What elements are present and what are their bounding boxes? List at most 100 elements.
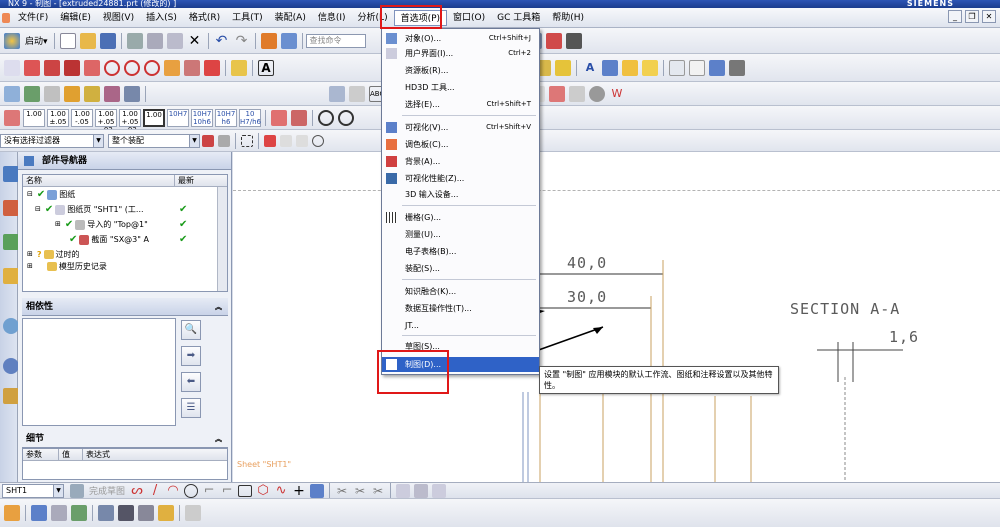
column-parameter[interactable]: 参数 [23, 449, 59, 460]
zoom-icon[interactable] [24, 59, 40, 76]
column-name[interactable]: 名称 [23, 175, 175, 186]
menu-item-knowledge-fusion[interactable]: 知识融合(K)... [382, 284, 539, 299]
offset-icon[interactable] [310, 483, 325, 498]
clock-view-icon[interactable] [144, 59, 160, 76]
relations-icon[interactable] [432, 483, 447, 498]
radius-icon[interactable] [338, 109, 354, 126]
menu-item-spreadsheet[interactable]: 电子表格(B)... [382, 244, 539, 259]
menu-item-object[interactable]: 对象(O)... Ctrl+Shift+J [382, 31, 539, 46]
delete-icon[interactable]: ✕ [187, 33, 203, 49]
filter-list-icon[interactable]: ☰ [181, 398, 201, 418]
text-annotation-icon[interactable]: A [258, 59, 274, 76]
dimension-1-6[interactable]: 1,6 [889, 328, 919, 346]
roles-tab-icon[interactable] [3, 388, 19, 404]
stack-icon[interactable] [24, 85, 40, 102]
menu-format[interactable]: 格式(R) [183, 10, 226, 26]
fit-icon[interactable] [4, 59, 20, 76]
selection-filter-dropdown[interactable]: 没有选择过滤器 ▼ [0, 133, 104, 148]
tree-row[interactable]: ⊞? 过时的 [23, 247, 227, 262]
dim-style-8[interactable]: 10H7 10h6 [191, 108, 213, 127]
menu-window[interactable]: 窗口(O) [447, 10, 491, 26]
settings-icon[interactable] [729, 59, 745, 76]
section-icon[interactable] [204, 59, 220, 76]
center-icon[interactable] [312, 134, 324, 147]
menu-item-data-interop[interactable]: 数据互操作性(T)... [382, 301, 539, 316]
camera-icon[interactable] [185, 505, 201, 521]
finish-sketch-icon[interactable] [70, 483, 84, 498]
layout-icon[interactable] [164, 59, 180, 76]
polygon-icon[interactable]: ⬡ [256, 483, 270, 498]
menu-item-user-interface[interactable]: 用户界面(I)... Ctrl+2 [382, 46, 539, 61]
dim-style-7[interactable]: 10H7 [167, 108, 189, 127]
menu-item-3d-input[interactable]: 3D 输入设备... [382, 187, 539, 202]
pattern-icon[interactable] [414, 483, 429, 498]
menu-item-background[interactable]: 背景(A)... [382, 154, 539, 169]
column-latest[interactable]: 最新 [175, 175, 215, 186]
back-arrow-icon[interactable]: ⬅ [181, 372, 201, 392]
refresh-view-icon[interactable] [124, 59, 140, 76]
tree-row[interactable]: ⊞ 模型历史记录 [23, 262, 227, 271]
forward-arrow-icon[interactable]: ➡ [181, 346, 201, 366]
menu-item-grid[interactable]: 栅格(G)... [382, 210, 539, 225]
weld-icon[interactable] [549, 85, 565, 102]
web-tab-icon[interactable] [3, 318, 19, 334]
line-icon[interactable]: / [148, 483, 162, 498]
menu-assembly[interactable]: 装配(A) [269, 10, 312, 26]
minimize-icon[interactable]: _ [948, 10, 962, 23]
hd3d-tab-icon[interactable] [3, 268, 19, 284]
menu-view[interactable]: 视图(V) [97, 10, 140, 26]
measure-icon[interactable] [545, 32, 562, 49]
help-icon[interactable] [709, 59, 725, 76]
menu-item-assembly[interactable]: 装配(S)... [382, 261, 539, 276]
copy-icon[interactable] [146, 32, 163, 49]
tree-row[interactable]: ⊞ ✔ 导入的 "Top@1" ✔ [23, 217, 227, 232]
paste-icon[interactable] [166, 32, 183, 49]
start-button[interactable]: 启动▾ [25, 34, 48, 47]
menu-insert[interactable]: 插入(S) [140, 10, 183, 26]
point-icon[interactable]: + [292, 484, 306, 498]
sheet-select-dropdown[interactable]: SHT1 ▼ [2, 483, 64, 498]
note-icon[interactable] [329, 85, 345, 102]
grid-table-icon[interactable] [689, 59, 705, 76]
move-icon[interactable] [124, 85, 140, 102]
mirror-icon[interactable] [396, 483, 411, 498]
menu-file[interactable]: 文件(F) [12, 10, 54, 26]
dimension-40[interactable]: 40,0 [567, 254, 607, 272]
menu-item-jt[interactable]: JT... [382, 318, 539, 333]
ruler-icon[interactable] [565, 32, 582, 49]
column-expression[interactable]: 表达式 [83, 449, 143, 460]
snap-grid-icon[interactable] [98, 505, 114, 521]
box-select-icon[interactable] [241, 134, 253, 147]
dim-style-2[interactable]: 1.00 ±.05 [47, 108, 69, 127]
tree-row[interactable]: ⊟ ✔ 图纸页 "SHT1" (工... ✔ [23, 202, 227, 217]
format-icon[interactable] [602, 59, 618, 76]
arc-icon[interactable]: ◠ [166, 483, 180, 498]
dimension-30[interactable]: 30,0 [567, 288, 607, 306]
dim-style-9[interactable]: 10H7 h6 [215, 108, 237, 127]
history-tab-icon[interactable] [3, 200, 19, 216]
menu-item-visual-performance[interactable]: 可视化性能(Z)... [382, 171, 539, 186]
clock-tab-icon[interactable] [3, 358, 19, 374]
dim-style-5[interactable]: 1.00 +.05 -.02 [119, 108, 141, 129]
fillet-icon[interactable]: ⌐ [202, 483, 216, 498]
assembly-icon[interactable] [44, 85, 60, 102]
gear-icon[interactable] [589, 85, 605, 102]
finish-sketch-button[interactable]: 完成草图 [89, 484, 125, 497]
endpoint-icon[interactable] [280, 134, 292, 147]
reuse-tab-icon[interactable] [3, 234, 19, 250]
sheet-icon[interactable] [349, 85, 365, 102]
filter-options-icon[interactable] [218, 134, 230, 147]
cube-icon[interactable] [642, 59, 658, 76]
midpoint-icon[interactable] [296, 134, 308, 147]
finish-icon[interactable] [569, 85, 585, 102]
orient-icon[interactable] [84, 59, 100, 76]
section-label[interactable]: SECTION A-A [790, 300, 900, 318]
menu-item-hd3d[interactable]: HD3D 工具... [382, 80, 539, 95]
box-icon[interactable] [622, 59, 638, 76]
tool-icon[interactable] [555, 59, 571, 76]
zoom-button-icon[interactable]: 🔍 [181, 320, 201, 340]
circle-view-icon[interactable] [104, 59, 120, 76]
open-folder-icon[interactable] [79, 32, 96, 49]
navigator-scrollbar[interactable] [217, 187, 227, 291]
text-style-icon[interactable]: A [582, 60, 598, 76]
